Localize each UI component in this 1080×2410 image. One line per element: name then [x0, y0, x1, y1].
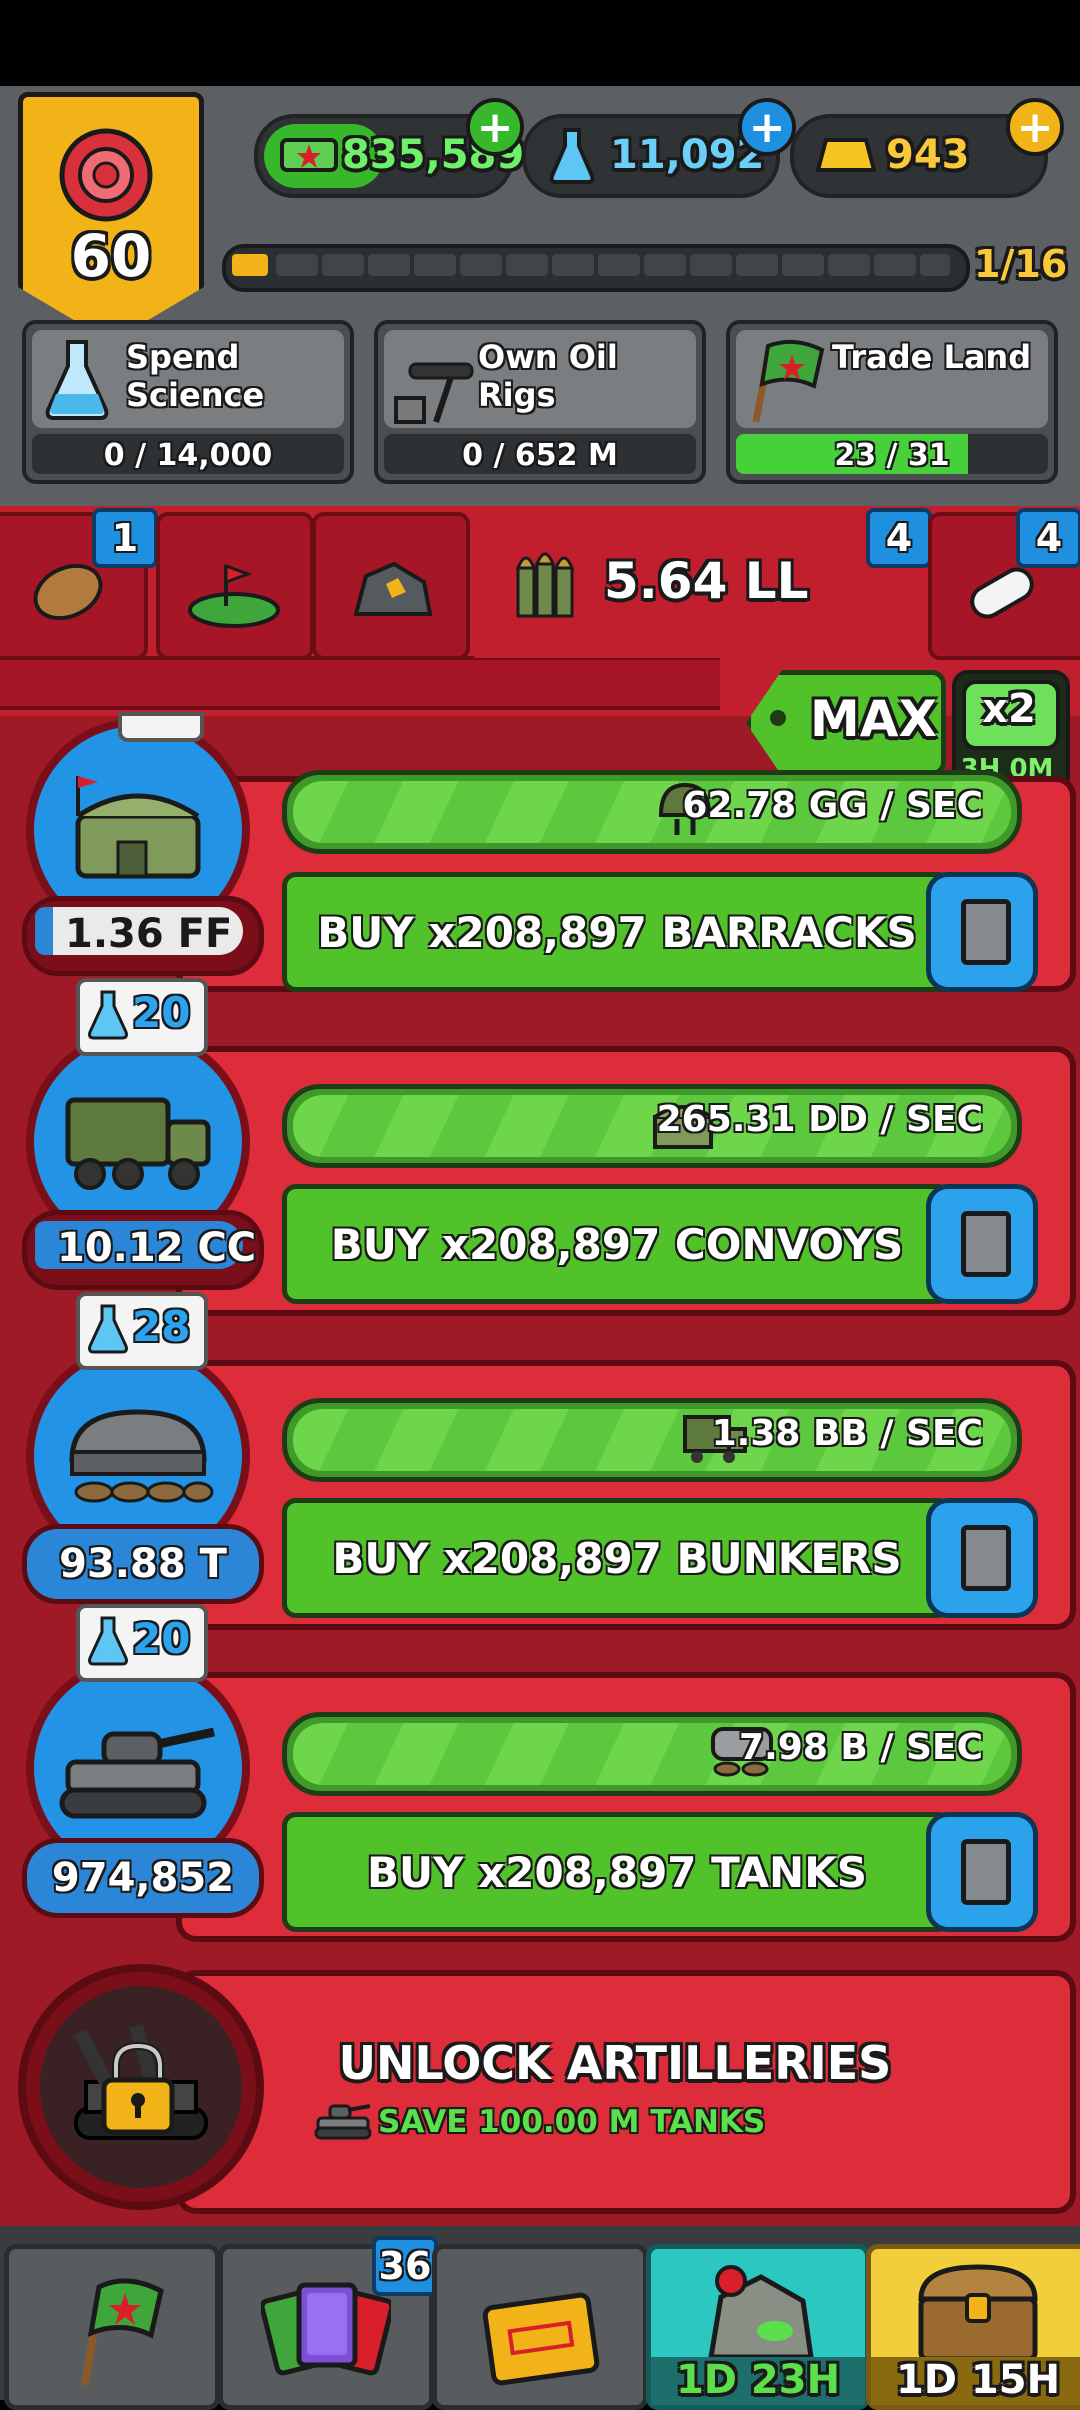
unit-count: 93.88 T: [59, 1541, 227, 1587]
barracks-icon: [75, 776, 201, 879]
lock-icon: [101, 2041, 175, 2135]
rock-icon: [708, 2265, 814, 2360]
plus-icon[interactable]: +: [466, 98, 524, 156]
convoy-icon: [65, 1097, 211, 1190]
task-own-oil-rigs[interactable]: Own Oil Rigs 0 / 652 M: [374, 320, 706, 484]
cards-badge: 36: [372, 2236, 438, 2296]
science-badge-convoys: 20: [76, 978, 208, 1056]
gold-bar-icon: [815, 138, 877, 172]
card-button[interactable]: [926, 872, 1038, 992]
task-progress: 23 / 31: [834, 438, 950, 473]
level-progress-label: 1/16: [974, 242, 1068, 286]
unit-count: 1.36 FF: [65, 911, 233, 957]
oil-rig-icon: [394, 362, 474, 424]
unlock-subtitle: SAVE 100.00 M TANKS: [378, 2104, 766, 2140]
buy-bunkers-button[interactable]: BUY x208,897 BUNKERS: [282, 1498, 952, 1618]
rate-text: 1.38 BB / SEC: [711, 1413, 983, 1454]
potato-badge: 1: [92, 508, 158, 568]
buy-convoys-button[interactable]: BUY x208,897 CONVOYS: [282, 1184, 952, 1304]
max-dot: [770, 710, 786, 726]
unit-count-tanks: 974,852: [22, 1838, 264, 1918]
medal-icon: [59, 128, 153, 222]
unit-count-bunkers: 93.88 T: [22, 1524, 264, 1604]
ammo-icon: [515, 552, 575, 618]
unit-count: 974,852: [51, 1855, 235, 1901]
folder-icon: [482, 2292, 600, 2386]
event-timer: 1D 23H: [675, 2357, 841, 2403]
plus-icon[interactable]: +: [738, 98, 796, 156]
science-badge-tanks: 20: [76, 1604, 208, 1682]
nav-chest[interactable]: 1D 15H: [866, 2244, 1080, 2410]
tab-ore[interactable]: [312, 512, 470, 660]
flask-icon: [88, 1616, 128, 1666]
unlock-title: UNLOCK ARTILLERIES: [338, 2036, 892, 2090]
bunker-icon: [69, 1409, 214, 1503]
cards-icon: [261, 2282, 391, 2376]
flask-icon: [45, 340, 109, 420]
nav-missions[interactable]: [432, 2244, 648, 2410]
unit-count-barracks: 1.36 FF: [22, 896, 264, 976]
unit-count: 10.12 CC: [57, 1225, 257, 1271]
buy-tanks-button[interactable]: BUY x208,897 TANKS: [282, 1812, 952, 1932]
locked-unit-circle: [18, 1964, 264, 2210]
unit-count-convoys: 10.12 CC: [22, 1210, 264, 1290]
rate-bar-bunkers: 1.38 BB / SEC: [282, 1398, 1022, 1482]
task-trade-land[interactable]: Trade Land 23 / 31: [726, 320, 1058, 484]
boost-label: x2: [982, 686, 1036, 732]
science-badge-barracks: [118, 712, 204, 742]
rate-bar-convoys: 265.31 DD / SEC: [282, 1084, 1022, 1168]
flask-icon: [88, 990, 128, 1040]
flag-icon: [81, 2278, 164, 2386]
science-cost: 20: [132, 1614, 191, 1663]
ammo-badge: 4: [866, 508, 932, 568]
rate-text: 265.31 DD / SEC: [656, 1099, 983, 1140]
chest-icon: [918, 2264, 1038, 2362]
task-progress: 0 / 652 M: [462, 438, 618, 473]
task-label: Own Oil Rigs: [478, 338, 618, 414]
level-progress-bar: [222, 244, 970, 292]
flask-icon: [549, 128, 595, 184]
task-label: Science: [126, 376, 265, 414]
task-spend-science[interactable]: Spend Science 0 / 14,000: [22, 320, 354, 484]
tab-underline: [0, 656, 720, 710]
rate-text: 7.98 B / SEC: [739, 1727, 983, 1768]
plus-icon[interactable]: +: [1006, 98, 1064, 156]
map-icon: [188, 563, 280, 628]
science-badge-bunkers: 28: [76, 1292, 208, 1370]
chest-timer: 1D 15H: [895, 2357, 1061, 2403]
tank-icon: [59, 1727, 215, 1819]
flask-icon: [88, 1304, 128, 1354]
rate-text: 62.78 GG / SEC: [682, 785, 983, 826]
task-progress: 0 / 14,000: [103, 438, 273, 473]
nav-event[interactable]: 1D 23H: [646, 2244, 870, 2410]
buy-barracks-button[interactable]: BUY x208,897 BARRACKS: [282, 872, 952, 992]
science-cost: 28: [132, 1302, 191, 1351]
rate-bar-barracks: 62.78 GG / SEC: [282, 770, 1022, 854]
tab-land[interactable]: [156, 512, 314, 660]
nav-land[interactable]: [4, 2244, 220, 2410]
tank-icon: [314, 2104, 372, 2140]
card-button[interactable]: [926, 1184, 1038, 1304]
unlock-card[interactable]: [176, 1970, 1076, 2214]
card-button[interactable]: [926, 1812, 1038, 1932]
cash-icon: [280, 138, 338, 172]
max-label: MAX: [810, 690, 938, 748]
task-label: Trade Land: [832, 338, 1032, 376]
pill-badge: 4: [1016, 508, 1080, 568]
rate-bar-tanks: 7.98 B / SEC: [282, 1712, 1022, 1796]
level-number: 60: [70, 222, 152, 290]
ammo-value: 5.64 LL: [604, 552, 809, 610]
ore-icon: [353, 561, 433, 616]
task-label: Spend: [126, 338, 240, 376]
flag-icon: [752, 339, 825, 423]
gold-value: 943: [886, 132, 970, 178]
science-cost: 20: [132, 988, 191, 1037]
card-button[interactable]: [926, 1498, 1038, 1618]
